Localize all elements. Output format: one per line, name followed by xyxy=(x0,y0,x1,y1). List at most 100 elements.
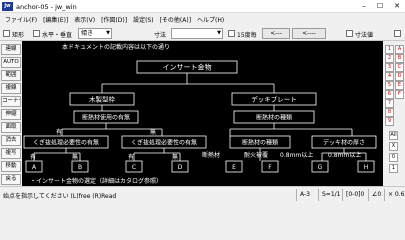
left-tool-button[interactable]: コーナー xyxy=(1,96,21,107)
chevron-down-icon: ▼ xyxy=(106,30,110,36)
back-button[interactable]: <--- xyxy=(262,28,290,39)
left-tool-button[interactable]: 連線 xyxy=(1,44,21,55)
leaf-D-text: D xyxy=(178,164,183,171)
menu-help[interactable]: ヘルプ(H) xyxy=(194,15,227,24)
layer-number-button[interactable]: 4 xyxy=(385,72,394,81)
layer-number-button[interactable]: 8 xyxy=(385,108,394,117)
layer-group-button[interactable]: 1 xyxy=(389,164,398,173)
angle-select[interactable]: 傾き ▼ xyxy=(78,28,112,39)
menu-file[interactable]: ファイル(F) xyxy=(2,15,40,24)
layer-letter-button[interactable]: F xyxy=(395,90,404,99)
options-bar: 矩形 水平・垂直 傾き ▼ 寸法 ▼ 15度毎 <--- <---- 寸法値 xyxy=(0,26,405,41)
layer-group-button[interactable]: 0 xyxy=(389,153,398,162)
layer-number-button[interactable]: 1 xyxy=(385,45,394,54)
yes-label-2: 有 xyxy=(30,153,36,161)
left-tool-button[interactable]: 移動 xyxy=(1,161,21,172)
type-text: 断熱材の種類 xyxy=(242,139,278,147)
dimval-label: 寸法値 xyxy=(355,32,374,39)
leaf-E-text: E xyxy=(232,164,236,171)
rect-checkbox[interactable] xyxy=(3,30,10,37)
leaf-F-text: F xyxy=(268,164,272,171)
title-bar: jw anchor-05 - jw_win – ☐ ✕ xyxy=(0,0,405,13)
angle-readout[interactable]: ∠0 xyxy=(368,189,384,201)
yes-label-1: 有 xyxy=(56,128,62,136)
angle-value: 傾き xyxy=(81,30,94,37)
left-tool-button[interactable]: AUTO xyxy=(1,57,21,68)
layer-letter-button[interactable]: B xyxy=(395,54,404,63)
layer-letter-button[interactable]: E xyxy=(395,81,404,90)
q-insulation-left-text: 断熱材使用の有無 xyxy=(82,114,130,122)
menu-view[interactable]: 表示(V) xyxy=(71,15,98,24)
menu-draw[interactable]: [作図(D)] xyxy=(98,15,130,24)
extra-checkbox[interactable] xyxy=(394,30,401,37)
menu-other[interactable]: [その他(A)] xyxy=(157,15,194,24)
back-more-button[interactable]: <---- xyxy=(292,28,326,39)
q-nail-left-text: くぎ抜処理必要性の有無 xyxy=(33,139,99,147)
maximize-button[interactable]: ☐ xyxy=(372,0,388,13)
q-nail-right-text: くぎ抜処理必要性の有無 xyxy=(131,139,197,147)
left-tool-button[interactable]: 面取 xyxy=(1,122,21,133)
close-button[interactable]: ✕ xyxy=(389,0,405,13)
menu-bar: ファイル(F) [編集(E)] 表示(V) [作図(D)] 設定(S) [その他… xyxy=(0,13,405,26)
layer-group-button[interactable]: All xyxy=(389,131,398,140)
left-toolbar: 連線 AUTO 範囲複線コーナー伸縮面取消去複写移動戻る xyxy=(0,41,22,186)
paper-size[interactable]: A-3 xyxy=(296,189,318,201)
deg15-label: 15度毎 xyxy=(237,32,257,39)
zoom-readout[interactable]: × 0.6 xyxy=(384,189,405,201)
layer-group-button[interactable]: X xyxy=(389,142,398,151)
layer-number-button[interactable]: 9 xyxy=(385,117,394,126)
layer-number-button[interactable]: 3 xyxy=(385,63,394,72)
no-label-3: 無 xyxy=(172,153,178,161)
dim-select[interactable]: ▼ xyxy=(171,28,223,39)
thick-2-label: 0.8mm以上 xyxy=(328,151,361,159)
drawing-canvas[interactable]: 本ドキュメントの記載内容は以下の通り インサート金物 木製型枠 デッキプレート … xyxy=(22,41,383,186)
branch-right-text: デッキプレート xyxy=(251,95,297,104)
q-insulation-right-text: 断熱材の種類 xyxy=(256,114,292,122)
yes-label-3: 有 xyxy=(128,153,134,161)
bottom-text: ・インサート金物の選定（詳細はカタログ参照） xyxy=(30,177,162,185)
layer-number-button[interactable]: 6 xyxy=(385,90,394,99)
layer-letter-button[interactable]: D xyxy=(395,72,404,81)
left-tool-button[interactable]: 消去 xyxy=(1,135,21,146)
dim-label: 寸法 xyxy=(154,32,167,39)
fire-label: 耐火被覆 xyxy=(244,151,268,159)
leaf-C-text: C xyxy=(132,164,136,171)
left-tool-button[interactable]: 複写 xyxy=(1,148,21,159)
no-label-1: 無 xyxy=(150,128,156,136)
top-text: 本ドキュメントの記載内容は以下の通り xyxy=(62,43,170,51)
layer-number-button[interactable]: 5 xyxy=(385,81,394,90)
leaf-A-text: A xyxy=(32,164,37,171)
deg15-checkbox[interactable] xyxy=(228,30,235,37)
dimval-checkbox[interactable] xyxy=(346,30,353,37)
status-message: 始点を指示してください (L)free (R)Read xyxy=(3,193,117,200)
leaf-G-text: G xyxy=(318,164,323,171)
menu-settings[interactable]: 設定(S) xyxy=(130,15,157,24)
left-tool-button[interactable]: 複線 xyxy=(1,83,21,94)
thick-1-label: 0.8mm以上 xyxy=(280,151,313,159)
leaf-H-text: H xyxy=(364,164,369,171)
layer-letter-button[interactable]: C xyxy=(395,63,404,72)
window-title: anchor-05 - jw_win xyxy=(16,3,77,11)
menu-edit[interactable]: [編集(E)] xyxy=(40,15,71,24)
left-tool-button[interactable]: 伸縮 xyxy=(1,109,21,120)
rect-label: 矩形 xyxy=(12,32,25,39)
root-text: インサート金物 xyxy=(163,63,212,72)
no-label-2: 無 xyxy=(72,153,78,161)
layer-letter-button[interactable]: A xyxy=(395,45,404,54)
flowchart-svg: 本ドキュメントの記載内容は以下の通り インサート金物 木製型枠 デッキプレート … xyxy=(23,43,377,185)
hv-checkbox[interactable] xyxy=(33,30,40,37)
layer-number-button[interactable]: 7 xyxy=(385,99,394,108)
insulation-label: 断熱材 xyxy=(202,151,220,159)
minimize-button[interactable]: – xyxy=(356,0,372,13)
app-icon: jw xyxy=(2,2,13,11)
status-bar: 始点を指示してください (L)free (R)Read A-3 S=1/1 [0… xyxy=(0,186,405,202)
layer-value[interactable]: [0-0]0 xyxy=(342,189,368,201)
left-tool-button[interactable]: 範囲 xyxy=(1,70,21,81)
left-tool-button[interactable]: 戻る xyxy=(1,174,21,185)
chevron-down-icon: ▼ xyxy=(217,30,221,36)
hv-label: 水平・垂直 xyxy=(42,32,73,39)
layer-number-button[interactable]: 2 xyxy=(385,54,394,63)
right-toolbar: 1 2 3 4 5 6 7 8 9 A B C D E F All X 0 1 xyxy=(383,41,405,186)
branch-left-text: 木製型枠 xyxy=(89,95,116,104)
scale-value[interactable]: S=1/1 xyxy=(318,189,342,201)
